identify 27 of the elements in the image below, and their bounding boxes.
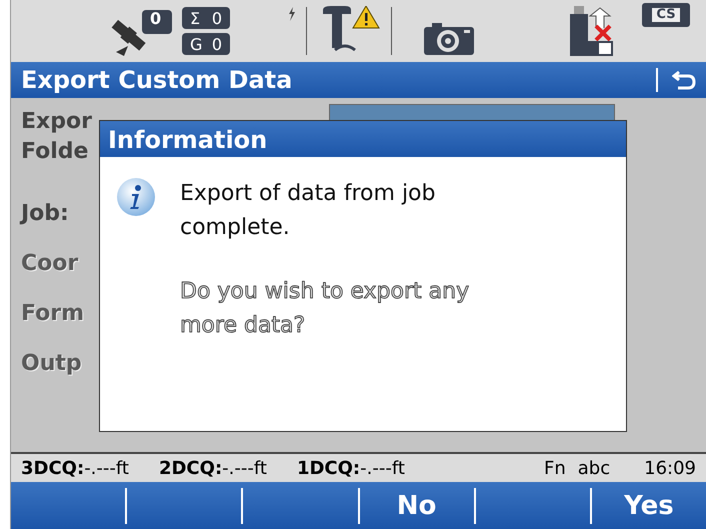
clock-time: 16:09 <box>644 458 696 478</box>
screen-title: Export Custom Data <box>21 66 292 94</box>
lightning-icon <box>288 7 296 21</box>
back-icon[interactable] <box>672 68 696 92</box>
battery-icon[interactable]: CS <box>642 3 690 27</box>
field-label: Outp <box>21 350 83 378</box>
quality-reading: 1DCQ:-.---ft <box>296 458 405 478</box>
quality-reading: 2DCQ:-.---ft <box>158 458 267 478</box>
field-label: Expor <box>21 108 93 136</box>
satellite-count: 0 <box>150 8 162 28</box>
quality-reading: 3DCQ:-.---ft <box>21 458 129 478</box>
field-label: Form <box>21 300 86 328</box>
camera-icon[interactable] <box>424 21 474 55</box>
input-mode: abc <box>578 458 610 478</box>
usb-disconnected-icon[interactable] <box>570 6 614 56</box>
input-mode: Fn <box>544 458 566 478</box>
sigma-count-badge[interactable]: Σ 0 <box>182 7 230 29</box>
softkey-button[interactable]: Yes <box>592 482 706 529</box>
dialog-question: Do you wish to export any more data? <box>180 278 470 340</box>
field-label: Job: <box>21 200 70 228</box>
field-label: Folde <box>21 138 90 166</box>
gps-count-badge[interactable]: G 0 <box>182 33 230 55</box>
info-icon <box>116 177 156 217</box>
field-label: Coor <box>21 250 80 278</box>
dialog-title: Information <box>100 121 626 157</box>
softkey-button[interactable]: No <box>360 482 474 529</box>
dialog-message: Export of data from job complete. <box>180 180 436 242</box>
